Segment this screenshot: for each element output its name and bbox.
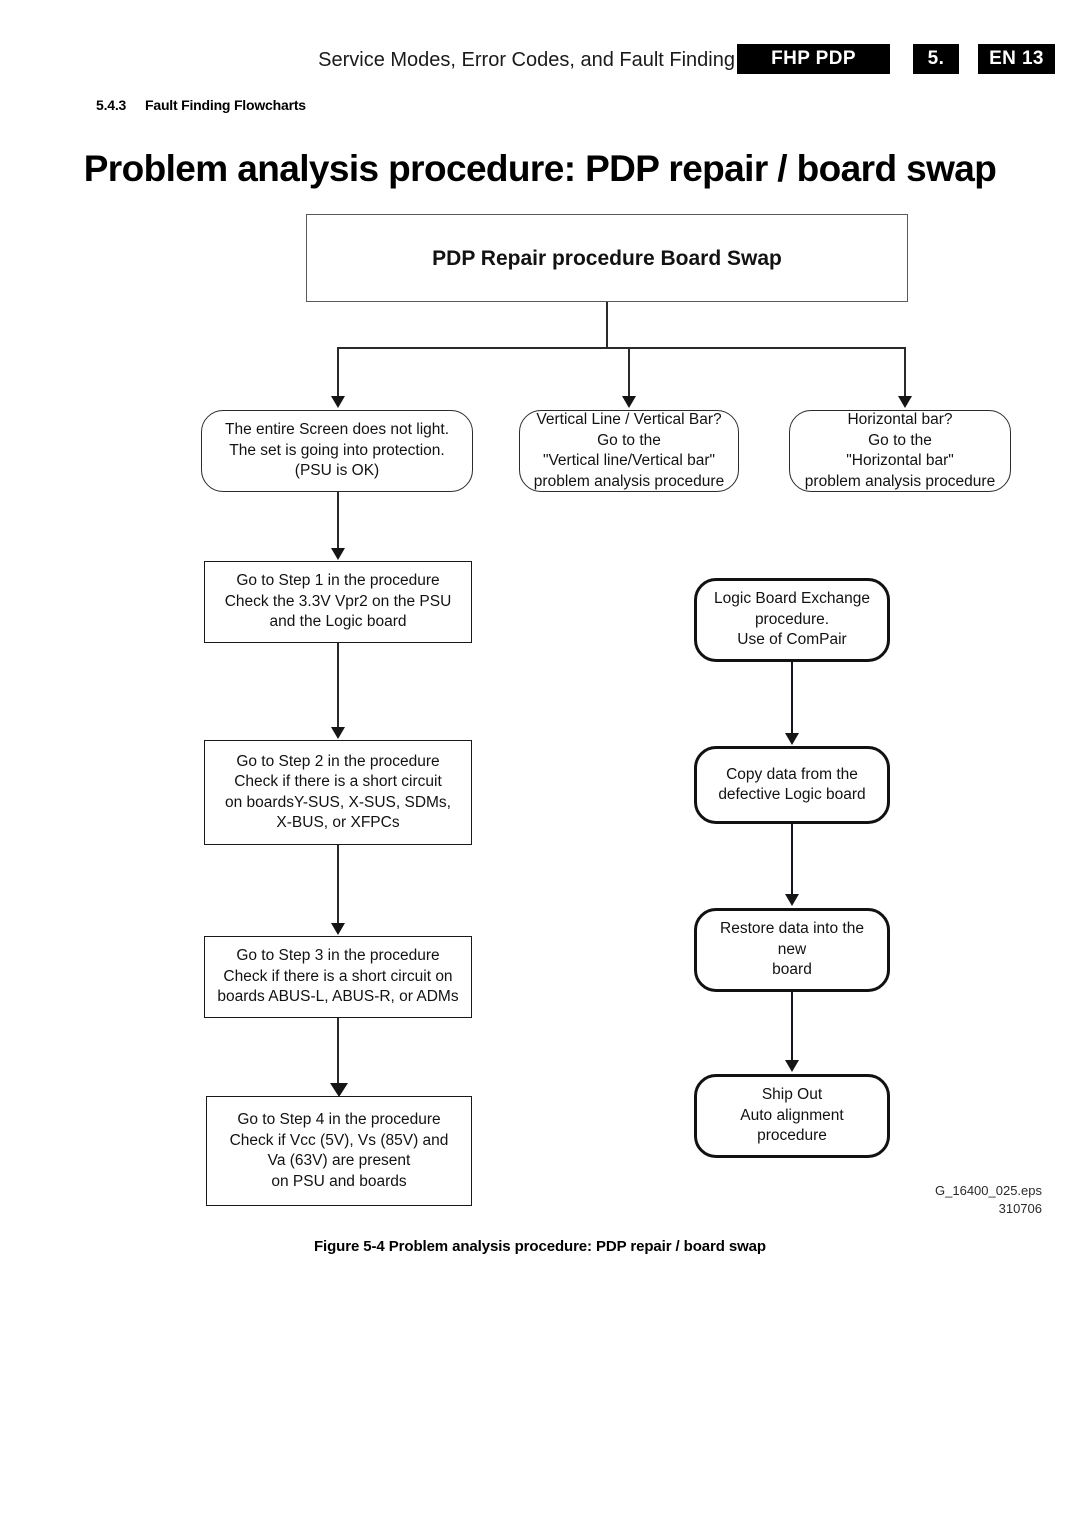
flowchart-node-horizontal-bar: Horizontal bar? Go to the "Horizontal ba… xyxy=(789,410,1011,492)
flowchart-node-screen-no-light: The entire Screen does not light. The se… xyxy=(201,410,473,492)
flowchart-node-step-1: Go to Step 1 in the procedure Check the … xyxy=(204,561,472,643)
flowchart-node-step-4: Go to Step 4 in the procedure Check if V… xyxy=(206,1096,472,1206)
node-label: Go to Step 4 in the procedure Check if V… xyxy=(229,1111,449,1190)
node-label: Go to Step 2 in the procedure Check if t… xyxy=(225,752,451,832)
node-label: Ship Out Auto alignment procedure xyxy=(740,1086,844,1145)
flowchart-node-vertical-line-bar: Vertical Line / Vertical Bar? Go to the … xyxy=(519,410,739,492)
arrowhead-to-branch-2 xyxy=(622,396,636,408)
connector-to-branch-2 xyxy=(628,347,630,397)
eps-identifier: G_16400_025.eps 310706 xyxy=(830,1182,1042,1218)
node-label: The entire Screen does not light. The se… xyxy=(224,421,450,480)
connector-exchange-to-copy xyxy=(791,662,794,734)
connector-to-branch-3 xyxy=(904,347,906,397)
arrowhead-to-step-4 xyxy=(330,1083,348,1097)
node-label: Vertical Line / Vertical Bar? Go to the … xyxy=(533,411,725,490)
flowchart-node-step-2: Go to Step 2 in the procedure Check if t… xyxy=(204,740,472,845)
connector-branch-bus xyxy=(337,347,906,349)
connector-to-branch-1 xyxy=(337,347,339,397)
flowchart: PDP Repair procedure Board Swap The enti… xyxy=(0,0,1080,1528)
document-page: Service Modes, Error Codes, and Fault Fi… xyxy=(0,0,1080,1528)
flowchart-node-step-3: Go to Step 3 in the procedure Check if t… xyxy=(204,936,472,1018)
flowchart-node-ship-out: Ship Out Auto alignment procedure xyxy=(694,1074,890,1158)
connector-branch1-to-step1 xyxy=(337,492,339,549)
connector-step1-to-step2 xyxy=(337,643,339,728)
arrowhead-to-step-3 xyxy=(331,923,345,935)
node-label: Go to Step 3 in the procedure Check if t… xyxy=(217,947,459,1006)
arrowhead-to-restore-data xyxy=(785,894,799,906)
arrowhead-to-branch-1 xyxy=(331,396,345,408)
connector-step3-to-step4 xyxy=(337,1018,339,1084)
arrowhead-to-step-1 xyxy=(331,548,345,560)
arrowhead-to-copy-data xyxy=(785,733,799,745)
node-label: Horizontal bar? Go to the "Horizontal ba… xyxy=(804,411,996,490)
eps-drawing-number: 310706 xyxy=(998,1201,1042,1216)
node-label: Go to Step 1 in the procedure Check the … xyxy=(224,572,452,631)
flowchart-node-logic-board-exchange: Logic Board Exchange procedure. Use of C… xyxy=(694,578,890,662)
node-label: Restore data into the new board xyxy=(720,920,864,979)
flowchart-node-restore-data: Restore data into the new board xyxy=(694,908,890,992)
flowchart-node-copy-data: Copy data from the defective Logic board xyxy=(694,746,890,824)
connector-root-down xyxy=(606,302,608,348)
node-label: Copy data from the defective Logic board xyxy=(718,765,866,804)
node-label: PDP Repair procedure Board Swap xyxy=(432,246,782,270)
connector-step2-to-step3 xyxy=(337,845,339,924)
connector-copy-to-restore xyxy=(791,824,794,895)
eps-file-name: G_16400_025.eps xyxy=(935,1183,1042,1198)
node-label: Logic Board Exchange procedure. Use of C… xyxy=(714,590,870,649)
arrowhead-to-ship-out xyxy=(785,1060,799,1072)
arrowhead-to-branch-3 xyxy=(898,396,912,408)
figure-caption: Figure 5-4 Problem analysis procedure: P… xyxy=(313,1238,766,1255)
connector-restore-to-ship xyxy=(791,992,794,1061)
flowchart-node-root: PDP Repair procedure Board Swap xyxy=(306,214,908,302)
arrowhead-to-step-2 xyxy=(331,727,345,739)
